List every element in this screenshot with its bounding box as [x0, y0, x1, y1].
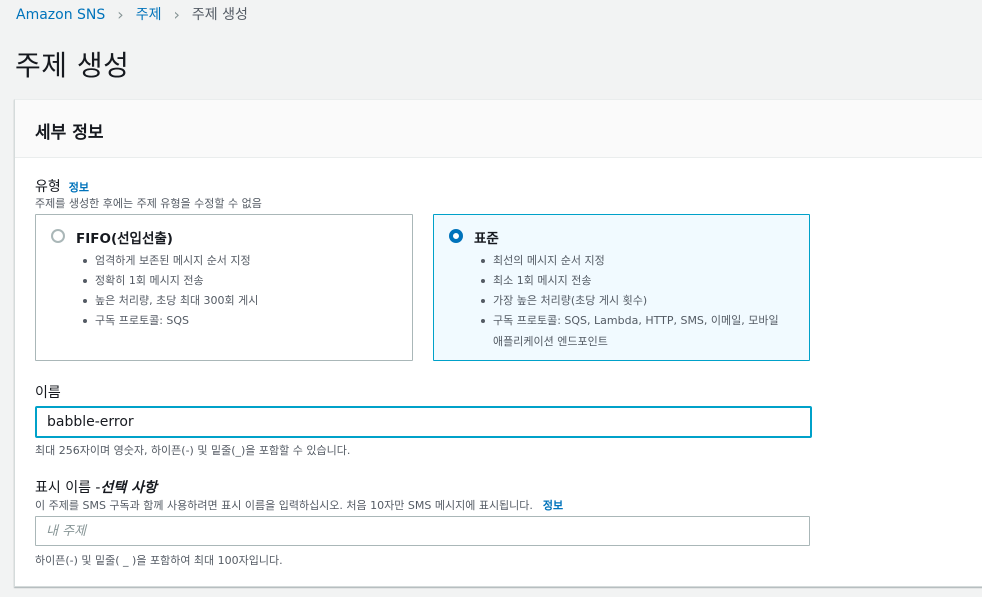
breadcrumb-link-amazon-sns[interactable]: Amazon SNS — [16, 6, 105, 24]
standard-title: 표준 — [474, 231, 499, 247]
list-item: 최소 1회 메시지 전송 — [481, 271, 779, 291]
optional-label: 선택 사항 — [100, 480, 157, 496]
breadcrumb: Amazon SNS › 주제 › 주제 생성 — [16, 6, 248, 24]
name-label: 이름 — [35, 385, 61, 401]
chevron-right-icon: › — [117, 5, 124, 24]
display-name-hint: 하이픈(-) 및 밑줄( _ )을 포함하여 최대 100자입니다. — [35, 554, 283, 567]
type-label: 유형 — [35, 179, 61, 195]
fifo-title: FIFO(선입선출) — [76, 231, 173, 247]
panel-header: 세부 정보 — [15, 100, 982, 158]
list-item: 엄격하게 보존된 메시지 순서 지정 — [82, 251, 258, 271]
list-item: 정확히 1회 메시지 전송 — [82, 271, 258, 291]
breadcrumb-current: 주제 생성 — [191, 7, 248, 23]
display-name-info-link[interactable]: 정보 — [543, 497, 563, 513]
type-option-standard[interactable]: 표준 최선의 메시지 순서 지정 최소 1회 메시지 전송 가장 높은 처리량(… — [433, 214, 810, 361]
display-name-description-row: 이 주제를 SMS 구독과 함께 사용하려면 표시 이름을 입력하십시오. 처음… — [35, 497, 563, 513]
chevron-right-icon: › — [173, 5, 180, 24]
list-item: 구독 프로토콜: SQS, Lambda, HTTP, SMS, 이메일, 모바… — [481, 311, 779, 349]
display-name-label: 표시 이름 - — [35, 480, 101, 496]
list-item: 최선의 메시지 순서 지정 — [481, 251, 779, 271]
radio-fifo[interactable] — [51, 229, 65, 243]
details-panel: 세부 정보 유형 정보 주제를 생성한 후에는 주제 유형을 수정할 수 없음 … — [14, 99, 982, 587]
fifo-features: 엄격하게 보존된 메시지 순서 지정 정확히 1회 메시지 전송 높은 처리량,… — [82, 251, 258, 331]
breadcrumb-link-topics[interactable]: 주제 — [136, 6, 162, 24]
list-item-text: 구독 프로토콜: SQS, Lambda, HTTP, SMS, 이메일, 모바… — [493, 314, 779, 327]
page-title: 주제 생성 — [15, 49, 130, 82]
panel-title: 세부 정보 — [35, 123, 104, 143]
radio-standard[interactable] — [449, 229, 463, 243]
list-item: 구독 프로토콜: SQS — [82, 311, 258, 331]
standard-features: 최선의 메시지 순서 지정 최소 1회 메시지 전송 가장 높은 처리량(초당 … — [481, 251, 779, 349]
type-option-fifo[interactable]: FIFO(선입선출) 엄격하게 보존된 메시지 순서 지정 정확히 1회 메시지… — [35, 214, 413, 361]
list-item: 높은 처리량, 초당 최대 300회 게시 — [82, 291, 258, 311]
type-description: 주제를 생성한 후에는 주제 유형을 수정할 수 없음 — [35, 197, 262, 210]
display-name-description: 이 주제를 SMS 구독과 함께 사용하려면 표시 이름을 입력하십시오. 처음… — [35, 499, 533, 512]
name-input[interactable] — [35, 406, 812, 438]
display-name-label-row: 표시 이름 - 선택 사항 — [35, 477, 157, 497]
type-label-row: 유형 정보 — [35, 176, 89, 196]
type-info-link[interactable]: 정보 — [69, 179, 89, 195]
display-name-input[interactable] — [35, 516, 810, 546]
list-item-text-cont: 애플리케이션 엔드포인트 — [493, 335, 608, 348]
list-item: 가장 높은 처리량(초당 게시 횟수) — [481, 291, 779, 311]
name-hint: 최대 256자이며 영숫자, 하이픈(-) 및 밑줄(_)을 포함할 수 있습니… — [35, 444, 351, 457]
